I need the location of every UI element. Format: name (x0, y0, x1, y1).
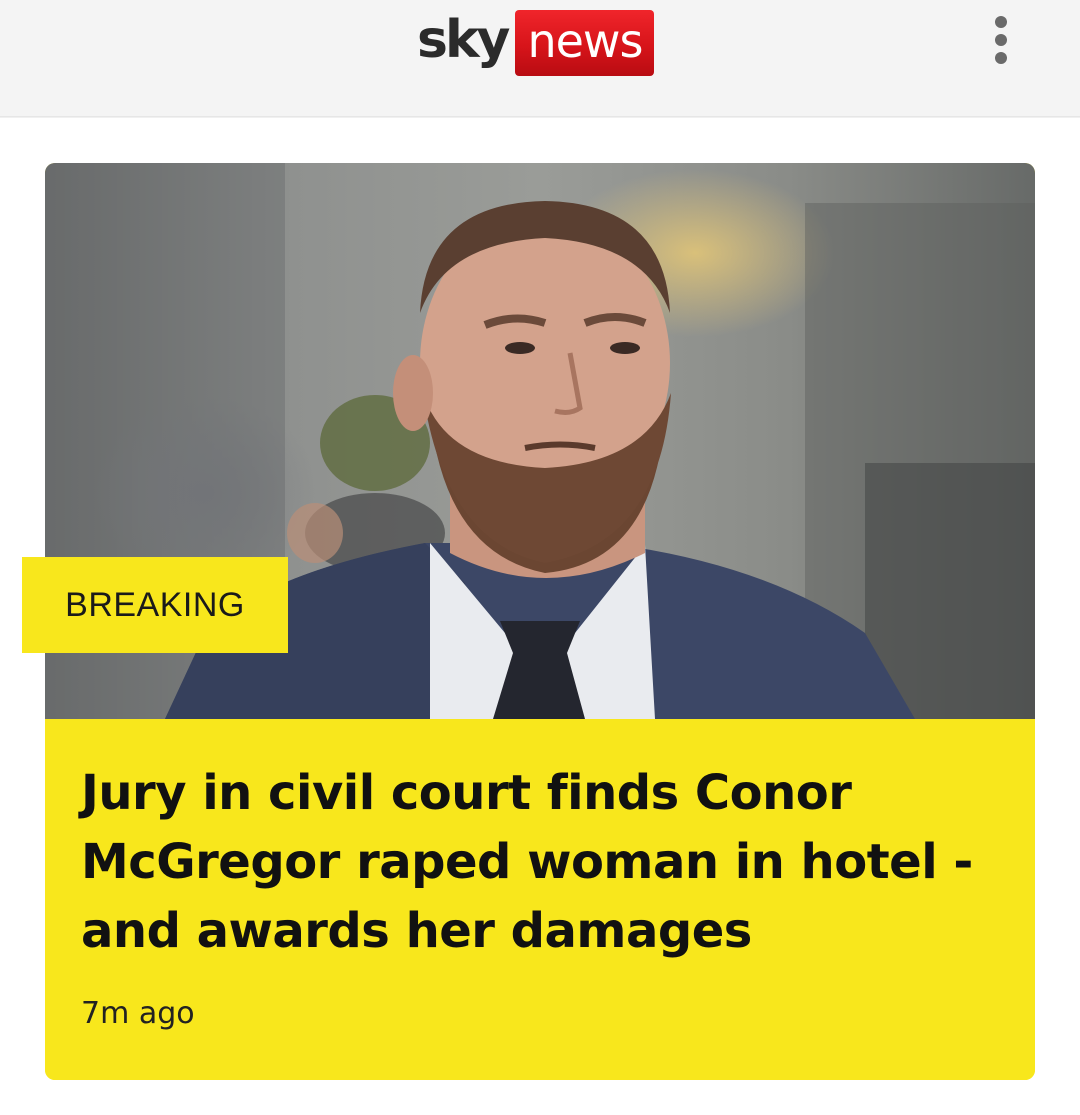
card-text-area: Jury in civil court finds Conor McGregor… (45, 719, 1035, 1080)
logo-sky-text: sky (417, 10, 510, 70)
breaking-badge-label: BREAKING (65, 585, 245, 624)
logo-news-text: news (515, 10, 655, 76)
more-options-button[interactable] (984, 10, 1018, 70)
article-timestamp: 7m ago (81, 996, 195, 1031)
more-vertical-icon (995, 16, 1007, 28)
article-headline[interactable]: Jury in civil court finds Conor McGregor… (81, 759, 981, 966)
sky-news-logo[interactable]: sky news (417, 8, 655, 78)
app-header: sky news (0, 0, 1080, 117)
news-feed: Jury in civil court finds Conor McGregor… (0, 118, 1080, 1115)
breaking-badge: BREAKING (22, 557, 288, 653)
